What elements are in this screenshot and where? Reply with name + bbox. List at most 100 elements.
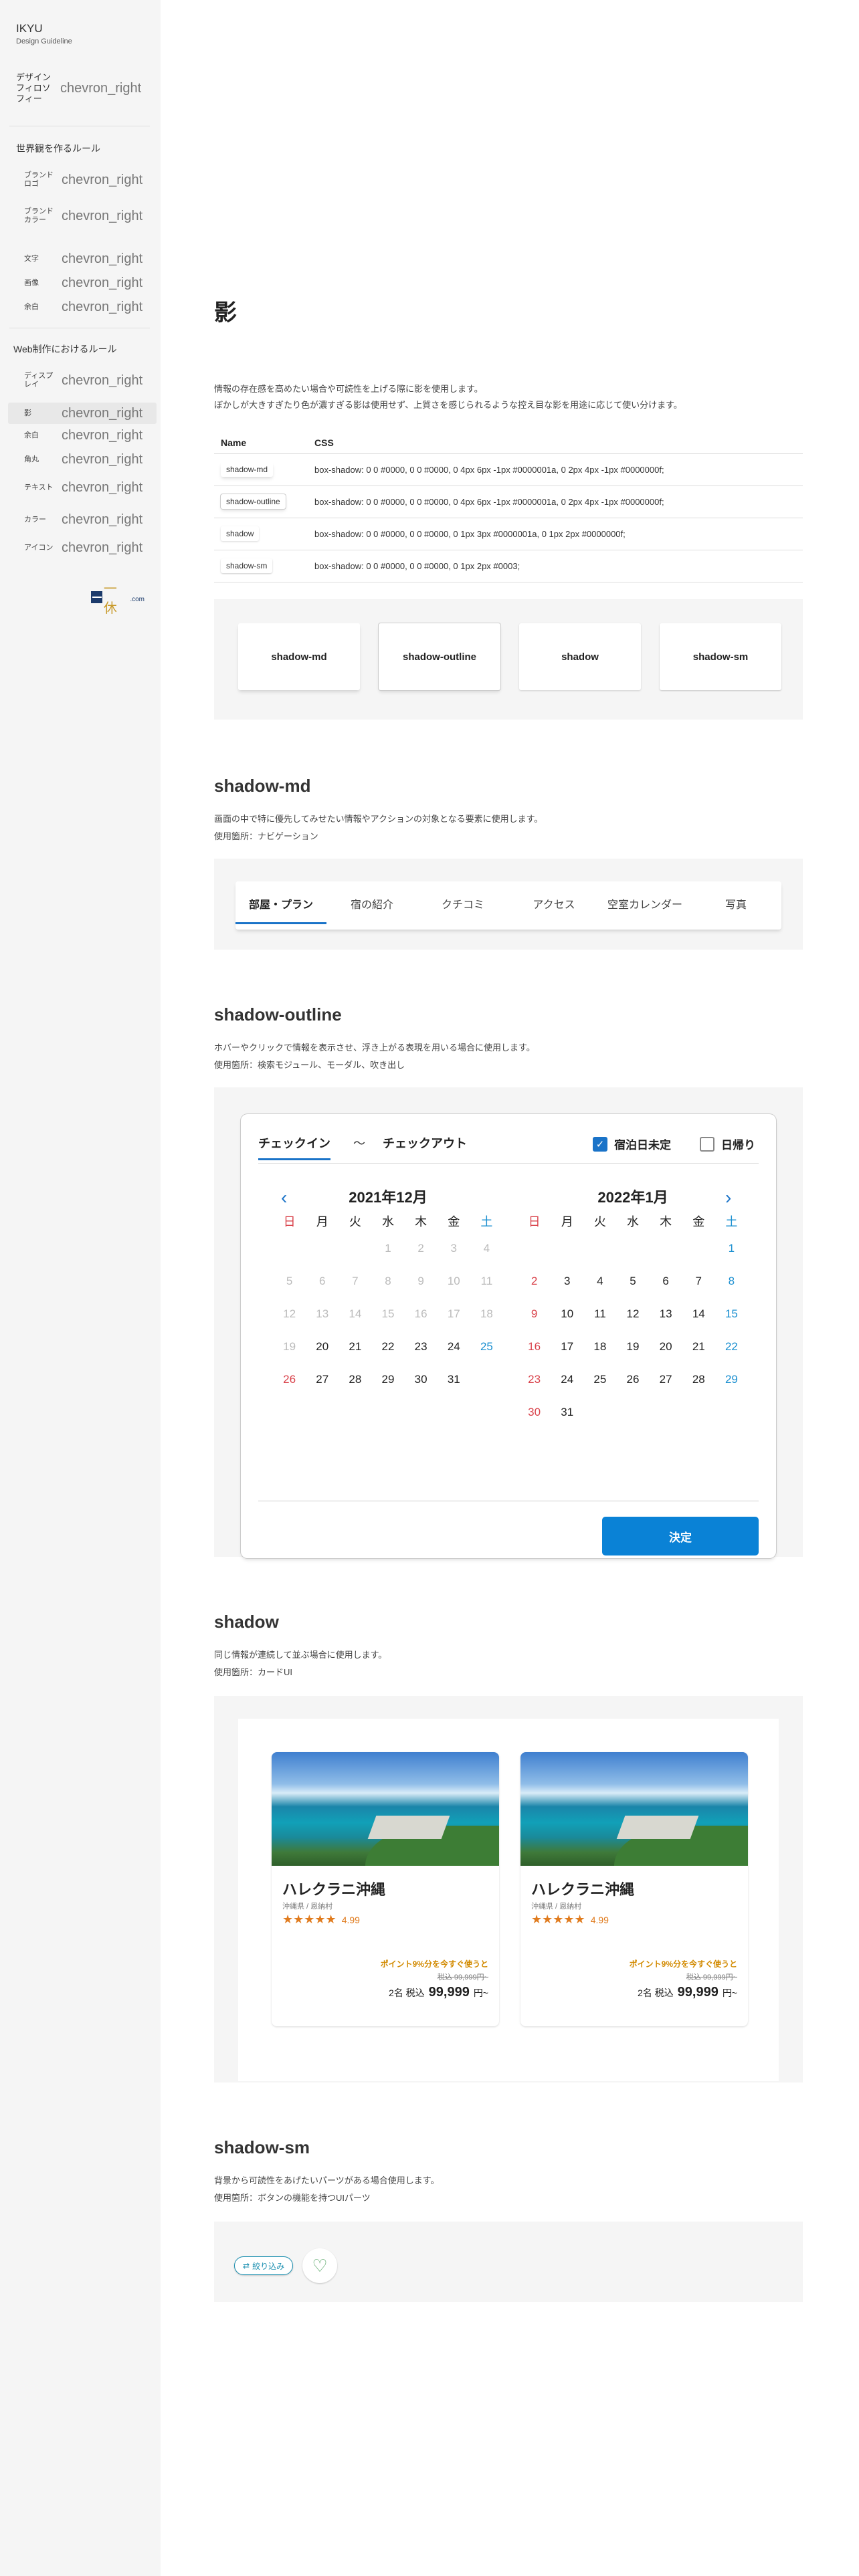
desc-line: 使用箇所：検索モジュール、モーダル、吹き出し (214, 1060, 405, 1070)
calendar-day[interactable]: 14 (682, 1297, 715, 1330)
table-row: shadow-md box-shadow: 0 0 #0000, 0 0 #00… (214, 453, 803, 486)
hotel-name: ハレクラニ沖縄 (282, 1881, 386, 1898)
calendar-day[interactable]: 17 (551, 1330, 583, 1363)
calendar-day[interactable]: 27 (306, 1363, 339, 1396)
nav-design-philosophy[interactable]: デザインフィロソフィー chevron_right (16, 72, 153, 104)
chevron-right-icon: chevron_right (62, 208, 143, 223)
sidebar: IKYU Design Guideline デザインフィロソフィー chevro… (0, 0, 161, 2576)
hotel-name: ハレクラニ沖縄 (531, 1881, 635, 1898)
calendar-day[interactable]: 28 (339, 1363, 371, 1396)
calendar-day[interactable]: 28 (682, 1363, 715, 1396)
calendar-day[interactable]: 27 (650, 1363, 682, 1396)
calendar-day[interactable]: 13 (650, 1297, 682, 1330)
original-price: 税込 99,999円~ (437, 1973, 488, 1981)
desc-line: 背景から可読性をあげたいパーツがある場合使用します。 (214, 2175, 440, 2185)
calendar-day[interactable]: 8 (715, 1265, 748, 1297)
nav-image[interactable]: 画像 chevron_right (24, 276, 153, 291)
calendar-day[interactable]: 6 (650, 1265, 682, 1297)
calendar-day[interactable]: 21 (339, 1330, 371, 1363)
tab-calendar[interactable]: 空室カレンダー (599, 881, 690, 930)
calendar-day[interactable]: 22 (715, 1330, 748, 1363)
calendar-day[interactable]: 19 (616, 1330, 649, 1363)
nav-label: ブランドロゴ (24, 171, 54, 188)
nav-radius[interactable]: 角丸 chevron_right (24, 452, 153, 467)
chevron-right-icon: chevron_right (62, 372, 143, 388)
calendar-day[interactable]: 21 (682, 1330, 715, 1363)
section-desc: 画面の中で特に優先してみせたい情報やアクションの対象となる要素に使用します。 使… (214, 811, 543, 845)
calendar-day[interactable]: 24 (551, 1363, 583, 1396)
calendar-day[interactable]: 20 (650, 1330, 682, 1363)
tab-about[interactable]: 宿の紹介 (326, 881, 417, 930)
filter-button[interactable]: ⇄ 絞り込み (234, 2256, 294, 2275)
tab-access[interactable]: アクセス (508, 881, 599, 930)
nav-display[interactable]: ディスプレイ chevron_right (24, 372, 153, 389)
calendar-day[interactable]: 22 (371, 1330, 404, 1363)
section-desc: 同じ情報が連続して並ぶ場合に使用します。 使用箇所：カードUI (214, 1646, 387, 1681)
calendar-grid: 日月火水木金土 1 2 3 4 5 6 7 8 9 10 11 12 13 14 15 16 17 18 19 20 21… (518, 1212, 748, 1428)
decide-button[interactable]: 決定 (602, 1517, 759, 1555)
empty-cell (650, 1232, 682, 1265)
calendar-day[interactable]: 4 (583, 1265, 616, 1297)
calendar-day[interactable]: 9 (518, 1297, 551, 1330)
month-december: 2021年12月 日月火水木金土 1 2 3 4 5 6 7 8 9 10 11 12 13 14 15 16 1… (273, 1186, 503, 1396)
calendar-day[interactable]: 25 (583, 1363, 616, 1396)
nav-spacing[interactable]: 余白 chevron_right (24, 428, 153, 443)
tab-photos[interactable]: 写真 (690, 881, 781, 930)
daytrip-checkbox[interactable]: 日帰り (700, 1136, 755, 1152)
calendar-day[interactable]: 20 (306, 1330, 339, 1363)
calendar-day[interactable]: 5 (616, 1265, 649, 1297)
nav-text[interactable]: 文字 chevron_right (24, 251, 153, 267)
desc-line: 使用箇所：ナビゲーション (214, 831, 318, 841)
favorite-button[interactable]: ♡ (302, 2248, 338, 2283)
calendar-day[interactable]: 18 (583, 1330, 616, 1363)
calendar-day[interactable]: 25 (470, 1330, 503, 1363)
nav-brand-logo[interactable]: ブランドロゴ chevron_right (24, 171, 153, 189)
calendar-day[interactable]: 7 (682, 1265, 715, 1297)
calendar-day[interactable]: 29 (715, 1363, 748, 1396)
calendar-day[interactable]: 12 (616, 1297, 649, 1330)
calendar-day[interactable]: 29 (371, 1363, 404, 1396)
calendar-day[interactable]: 31 (438, 1363, 470, 1396)
calendar-day[interactable]: 24 (438, 1330, 470, 1363)
nav-typography[interactable]: テキスト chevron_right (24, 480, 153, 496)
css-value: box-shadow: 0 0 #0000, 0 0 #0000, 0 1px … (308, 518, 803, 550)
heart-icon: ♡ (312, 2255, 328, 2276)
calendar-day[interactable]: 23 (518, 1363, 551, 1396)
tab-checkin[interactable]: チェックイン (258, 1133, 330, 1160)
calendar-day[interactable]: 16 (518, 1330, 551, 1363)
calendar-day[interactable]: 26 (616, 1363, 649, 1396)
chevron-right-icon: chevron_right (62, 172, 143, 187)
weekday-label: 土 (480, 1215, 493, 1228)
calendar-day[interactable]: 11 (583, 1297, 616, 1330)
calendar-day[interactable]: 26 (273, 1363, 306, 1396)
nav-whitespace[interactable]: 余白 chevron_right (24, 300, 153, 315)
nav-label: ディスプレイ (24, 372, 54, 389)
weekday-label: 月 (561, 1215, 573, 1228)
nav-brand-color[interactable]: ブランドカラー chevron_right (24, 207, 153, 225)
calendar-day[interactable]: 1 (715, 1232, 748, 1265)
date-picker-modal: チェックイン 〜 チェックアウト ✓ 宿泊日未定 日帰り ‹ › 2021年12… (241, 1114, 776, 1558)
nav-color[interactable]: カラー chevron_right (24, 512, 153, 528)
weekday-label: 木 (660, 1215, 672, 1228)
tab-reviews[interactable]: クチコミ (417, 881, 508, 930)
calendar-day[interactable]: 30 (405, 1363, 438, 1396)
rating-value: 4.99 (341, 1914, 360, 1925)
calendar-day[interactable]: 31 (551, 1396, 583, 1428)
shadow-name-tag: shadow (221, 526, 260, 541)
hotel-card[interactable]: ハレクラニ沖縄 沖縄県 / 恩納村 ★★★★★ 4.99 ポイント9%分を今すぐ… (272, 1752, 499, 2026)
calendar-day[interactable]: 23 (405, 1330, 438, 1363)
calendar-day[interactable]: 2 (518, 1265, 551, 1297)
ikyu-logo[interactable]: 一休 .com (91, 580, 145, 616)
undecided-checkbox[interactable]: ✓ 宿泊日未定 (593, 1136, 671, 1152)
tab-rooms[interactable]: 部屋・プラン (235, 881, 326, 930)
brand[interactable]: IKYU Design Guideline (16, 21, 72, 47)
tab-checkout[interactable]: チェックアウト (383, 1133, 467, 1154)
brand-sub: Design Guideline (16, 37, 72, 45)
calendar-day[interactable]: 30 (518, 1396, 551, 1428)
calendar-day[interactable]: 3 (551, 1265, 583, 1297)
hotel-card[interactable]: ハレクラニ沖縄 沖縄県 / 恩納村 ★★★★★ 4.99 ポイント9%分を今すぐ… (520, 1752, 748, 2026)
calendar-day[interactable]: 15 (715, 1297, 748, 1330)
nav-icon[interactable]: アイコン chevron_right (24, 540, 153, 556)
nav-shadow[interactable]: 影 chevron_right (8, 403, 157, 424)
calendar-day[interactable]: 10 (551, 1297, 583, 1330)
